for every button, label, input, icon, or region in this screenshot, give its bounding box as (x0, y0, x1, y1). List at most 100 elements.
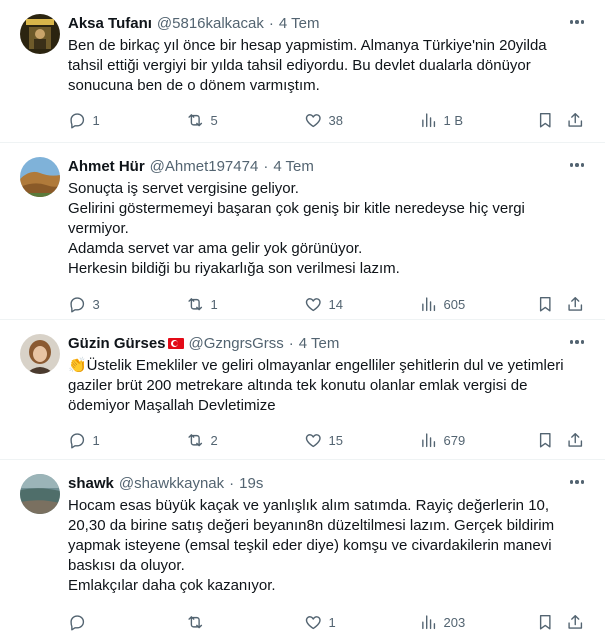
share-icon (568, 432, 583, 447)
bookmark-button[interactable] (536, 431, 555, 450)
analytics-icon (422, 433, 436, 447)
timestamp[interactable]: 19s (239, 475, 263, 492)
share-button[interactable] (566, 613, 585, 632)
avatar[interactable] (20, 14, 60, 54)
user-handle[interactable]: @shawkkaynak (119, 475, 224, 492)
repost-button[interactable]: 2 (186, 431, 218, 450)
avatar[interactable] (20, 334, 60, 374)
analytics-icon (422, 615, 436, 629)
reply-icon (70, 113, 85, 129)
like-button[interactable]: 14 (304, 295, 343, 314)
view-count: 203 (443, 614, 466, 630)
analytics-icon (422, 297, 436, 311)
user-handle[interactable]: @GzngrsGrss (189, 335, 284, 352)
more-options-icon[interactable] (567, 157, 587, 173)
tweet-line: gaziler brüt 200 metrekare altında tek k… (68, 377, 528, 394)
repost-count: 5 (210, 112, 218, 128)
like-button[interactable]: 15 (304, 431, 343, 450)
display-name[interactable]: Aksa Tufanı (68, 15, 152, 32)
heart-icon (305, 297, 321, 311)
reply-button[interactable] (68, 613, 93, 632)
tweet-line: Ben de birkaç yıl önce bir hesap yapmist… (68, 37, 547, 54)
separator-dot: · (268, 14, 274, 32)
user-handle[interactable]: @Ahmet197474 (150, 158, 259, 175)
display-name[interactable]: Güzin Gürses (68, 335, 166, 352)
bookmark-icon (539, 432, 551, 448)
bookmark-button[interactable] (536, 613, 555, 632)
like-button[interactable]: 38 (304, 111, 343, 130)
more-options-icon[interactable] (567, 334, 587, 350)
tweet-line: baskısı da oluyor. (68, 557, 185, 574)
views-button[interactable]: 1 B (419, 111, 463, 130)
more-options-icon[interactable] (567, 14, 587, 30)
timestamp[interactable]: 4 Tem (299, 335, 340, 352)
view-count: 1 B (443, 112, 464, 128)
tweet-line: Emlakçılar daha çok kazanıyor. (68, 577, 276, 594)
tweet[interactable]: Ahmet Hür @Ahmet197474 · 4 Tem Sonuçta i… (0, 143, 605, 320)
tweet-text: Hocam esas büyük kaçak ve yanlışlık alım… (68, 496, 589, 596)
timestamp[interactable]: 4 Tem (279, 15, 320, 32)
separator-dot: · (288, 334, 294, 352)
reply-button[interactable]: 3 (68, 295, 100, 314)
tweet-line: Herkesin bildiği bu riyakarlığa son veri… (68, 260, 400, 277)
tweet-text: Sonuçta iş servet vergisine geliyor. Gel… (68, 179, 589, 279)
repost-icon (188, 615, 203, 629)
like-button[interactable]: 1 (304, 613, 336, 632)
tweet-line: Gelirini göstermemeyi başaran çok geniş … (68, 200, 525, 217)
reply-icon (70, 615, 85, 631)
heart-icon (305, 433, 321, 447)
heart-icon (305, 615, 321, 629)
views-button[interactable]: 605 (419, 295, 465, 314)
view-count: 605 (443, 296, 466, 312)
bookmark-button[interactable] (536, 295, 555, 314)
tweet-line: yapmak isteyene (emsal teşkil eder diye)… (68, 537, 552, 554)
like-count: 38 (328, 112, 343, 128)
separator-dot: · (263, 157, 269, 175)
views-button[interactable]: 203 (419, 613, 465, 632)
reply-count: 1 (92, 432, 100, 448)
view-count: 679 (443, 432, 466, 448)
tweet[interactable]: shawk @shawkkaynak · 19s Hocam esas büyü… (0, 460, 605, 639)
share-button[interactable] (566, 295, 585, 314)
display-name[interactable]: shawk (68, 475, 114, 492)
repost-count: 1 (210, 296, 218, 312)
share-button[interactable] (566, 111, 585, 130)
reply-count: 1 (92, 112, 100, 128)
repost-icon (188, 297, 203, 311)
repost-icon (188, 433, 203, 447)
tweet-header: Aksa Tufanı @5816kalkacak · 4 Tem (68, 12, 589, 34)
bookmark-button[interactable] (536, 111, 555, 130)
timestamp[interactable]: 4 Tem (273, 158, 314, 175)
repost-button[interactable]: 1 (186, 295, 218, 314)
reply-icon (70, 297, 85, 313)
reply-button[interactable]: 1 (68, 111, 100, 130)
share-button[interactable] (566, 431, 585, 450)
repost-button[interactable] (186, 613, 211, 632)
tweet-line: Adamda servet var ama gelir yok görünüyo… (68, 240, 363, 257)
separator-dot: · (229, 474, 235, 492)
views-button[interactable]: 679 (419, 431, 465, 450)
reply-icon (70, 433, 85, 449)
bookmark-icon (539, 614, 551, 630)
like-count: 1 (328, 614, 336, 630)
repost-button[interactable]: 5 (186, 111, 218, 130)
tweet[interactable]: Aksa Tufanı @5816kalkacak · 4 Tem Ben de… (0, 0, 605, 143)
tweet-actions: 1 203 (68, 602, 589, 642)
reply-button[interactable]: 1 (68, 431, 100, 450)
tweet-actions: 3 1 14 605 (68, 284, 589, 324)
avatar[interactable] (20, 157, 60, 197)
more-options-icon[interactable] (567, 474, 587, 490)
tweet-line: Sonuçta iş servet vergisine geliyor. (68, 180, 299, 197)
share-icon (568, 614, 583, 629)
reply-count: 3 (92, 296, 100, 312)
tweet-line: tahsil ettiği vergiyi bir yılda tahsil e… (68, 57, 531, 74)
turkey-flag-icon (167, 337, 184, 349)
share-icon (568, 296, 583, 311)
avatar[interactable] (20, 474, 60, 514)
share-icon (568, 112, 583, 127)
user-handle[interactable]: @5816kalkacak (157, 15, 264, 32)
tweet-header: Ahmet Hür @Ahmet197474 · 4 Tem (68, 155, 589, 177)
timeline: Aksa Tufanı @5816kalkacak · 4 Tem Ben de… (0, 0, 605, 639)
display-name[interactable]: Ahmet Hür (68, 158, 145, 175)
tweet[interactable]: Güzin Gürses @GzngrsGrss · 4 Tem 👏Üsteli… (0, 320, 605, 460)
